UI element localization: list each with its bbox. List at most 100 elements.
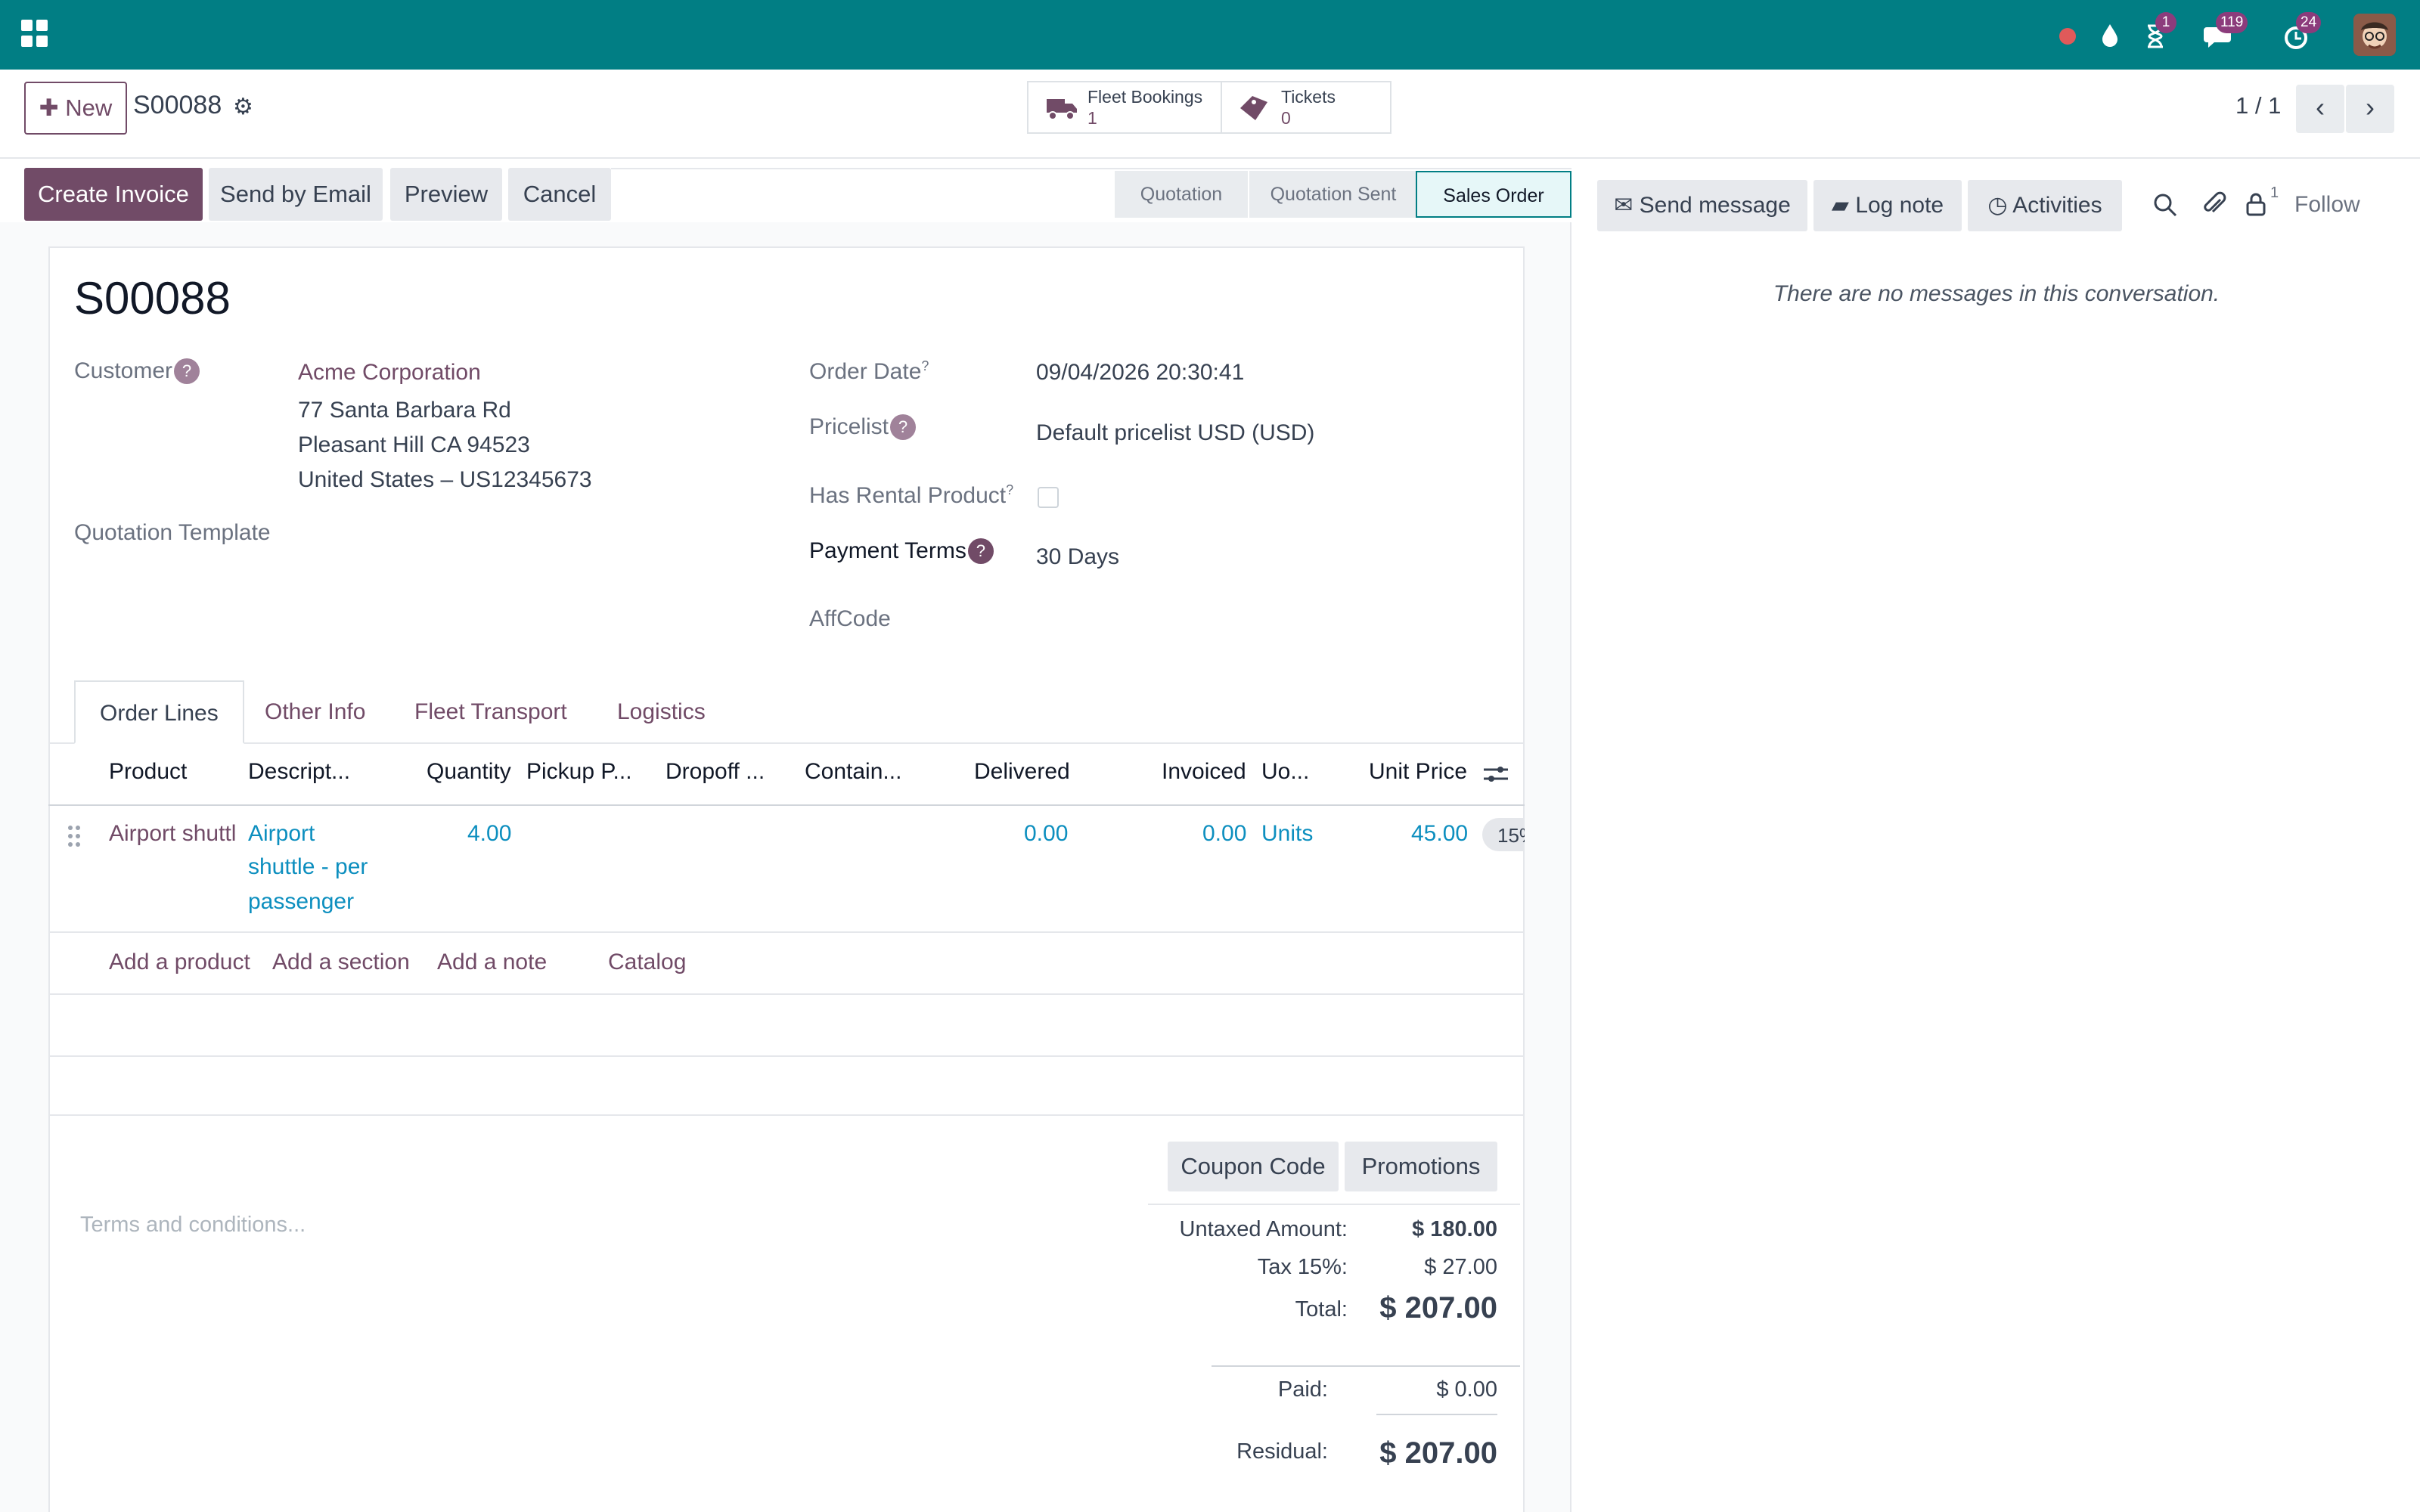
affcode-label: AffCode <box>809 606 891 631</box>
column-invoiced[interactable]: Invoiced <box>1162 759 1246 785</box>
totals-divider <box>1148 1204 1520 1205</box>
messages-icon[interactable]: 119 <box>2201 12 2248 53</box>
coupon-code-button[interactable]: Coupon Code <box>1168 1142 1339 1191</box>
messages-badge: 119 <box>2216 12 2248 33</box>
help-icon[interactable]: ? <box>174 358 200 384</box>
row-delivered[interactable]: 0.00 <box>1024 821 1068 847</box>
pricelist-label: Pricelist? <box>809 414 917 440</box>
column-uom[interactable]: Uo... <box>1261 759 1309 785</box>
send-by-email-button[interactable]: Send by Email <box>209 168 383 221</box>
status-quotation[interactable]: Quotation <box>1115 171 1248 218</box>
table-header-divider <box>48 804 1525 806</box>
followers-lock-icon[interactable] <box>2243 189 2270 219</box>
chevron-left-icon: ‹ <box>2316 91 2325 122</box>
promotions-button[interactable]: Promotions <box>1345 1142 1497 1191</box>
status-dot-icon[interactable] <box>2049 17 2086 53</box>
total-value: $ 207.00 <box>1379 1291 1497 1325</box>
customer-label-text: Customer <box>74 358 173 383</box>
tab-logistics[interactable]: Logistics <box>617 680 706 744</box>
help-icon[interactable]: ? <box>890 414 917 440</box>
untaxed-amount-value: $ 180.00 <box>1412 1217 1497 1241</box>
log-note-label: Log note <box>1855 193 1944 218</box>
gear-icon[interactable]: ⚙ <box>233 94 253 120</box>
chatter-empty-message: There are no messages in this conversati… <box>1773 281 2220 306</box>
terms-and-conditions-field[interactable]: Terms and conditions... <box>80 1213 306 1238</box>
new-button[interactable]: ✚ New <box>24 82 127 135</box>
pager-previous-button[interactable]: ‹ <box>2296 85 2344 133</box>
row-divider <box>48 1114 1525 1116</box>
order-date-value[interactable]: 09/04/2026 20:30:41 <box>1036 360 1244 386</box>
row-tax-value: 15% <box>1497 824 1525 847</box>
payment-terms-label: Payment Terms? <box>809 538 994 564</box>
apps-menu-icon[interactable] <box>21 20 48 47</box>
activities-badge: 1 <box>2155 12 2176 33</box>
fleet-bookings-smart-button[interactable]: Fleet Bookings 1 <box>1027 81 1222 134</box>
tab-order-lines[interactable]: Order Lines <box>74 680 244 744</box>
row-quantity[interactable]: 4.00 <box>467 821 511 847</box>
control-panel: ✚ New S00088 ⚙ Fleet Bookings 1 Tickets … <box>0 70 2420 159</box>
truck-icon <box>1047 99 1077 120</box>
send-message-button[interactable]: ✉ Send message <box>1597 180 1807 231</box>
row-description-line2[interactable]: shuttle - per <box>248 854 368 880</box>
payment-terms-value[interactable]: 30 Days <box>1036 544 1119 570</box>
add-product-link[interactable]: Add a product <box>109 950 250 975</box>
tooltip-mark: ? <box>921 358 929 373</box>
paperclip-icon[interactable] <box>2199 189 2229 219</box>
column-quantity[interactable]: Quantity <box>427 759 511 785</box>
pricelist-value[interactable]: Default pricelist USD (USD) <box>1036 420 1314 446</box>
status-quotation-sent[interactable]: Quotation Sent <box>1249 171 1417 218</box>
row-description-line3[interactable]: passenger <box>248 889 354 915</box>
pricelist-label-text: Pricelist <box>809 414 889 439</box>
row-description-line1[interactable]: Airport <box>248 821 315 847</box>
user-avatar[interactable] <box>2353 14 2396 56</box>
row-invoiced[interactable]: 0.00 <box>1202 821 1246 847</box>
column-delivered[interactable]: Delivered <box>974 759 1070 785</box>
search-icon[interactable] <box>2151 191 2181 221</box>
pager-next-button[interactable]: › <box>2346 85 2394 133</box>
clock-icon[interactable]: 24 <box>2279 12 2322 53</box>
activities-button[interactable]: ◷ Activities <box>1968 180 2122 231</box>
catalog-link[interactable]: Catalog <box>608 950 686 975</box>
add-section-link[interactable]: Add a section <box>272 950 410 975</box>
column-container[interactable]: Contain... <box>805 759 901 785</box>
customer-link[interactable]: Acme Corporation <box>298 360 481 386</box>
fleet-bookings-label: Fleet Bookings <box>1087 87 1203 107</box>
untaxed-amount-label: Untaxed Amount: <box>1179 1217 1348 1241</box>
optional-columns-icon[interactable] <box>1481 759 1511 789</box>
customer-address-line1: 77 Santa Barbara Rd <box>298 398 511 423</box>
pager-value[interactable]: 1 / 1 <box>2235 92 2281 119</box>
fleet-bookings-count: 1 <box>1087 108 1097 128</box>
add-note-link[interactable]: Add a note <box>437 950 547 975</box>
column-pickup[interactable]: Pickup P... <box>526 759 632 785</box>
create-invoice-button[interactable]: Create Invoice <box>24 168 203 221</box>
help-icon[interactable]: ? <box>967 538 994 564</box>
has-rental-product-checkbox[interactable] <box>1038 487 1059 508</box>
follow-button[interactable]: Follow <box>2294 192 2360 218</box>
row-unit-price[interactable]: 45.00 <box>1411 821 1468 847</box>
tab-fleet-transport[interactable]: Fleet Transport <box>414 680 567 744</box>
column-dropoff[interactable]: Dropoff ... <box>666 759 765 785</box>
tickets-label: Tickets <box>1281 87 1336 107</box>
tickets-smart-button[interactable]: Tickets 0 <box>1221 81 1392 134</box>
activities-hourglass-icon[interactable]: 1 <box>2137 12 2176 53</box>
row-product[interactable]: Airport shuttl <box>109 821 236 847</box>
drop-icon[interactable] <box>2092 17 2128 53</box>
chevron-right-icon: › <box>2366 91 2375 122</box>
column-unit-price[interactable]: Unit Price <box>1369 759 1467 785</box>
has-rental-label-text: Has Rental Product <box>809 483 1007 508</box>
preview-button[interactable]: Preview <box>390 168 502 221</box>
cancel-button[interactable]: Cancel <box>508 168 611 221</box>
column-description[interactable]: Descript... <box>248 759 350 785</box>
row-tax-badge[interactable]: 15% <box>1482 818 1525 851</box>
note-icon: ▰ <box>1831 193 1849 218</box>
residual-value: $ 207.00 <box>1379 1436 1497 1470</box>
clock-badge: 24 <box>2296 12 2322 33</box>
breadcrumb-record-name: S00088 <box>133 91 222 119</box>
column-product[interactable]: Product <box>109 759 187 785</box>
status-sales-order[interactable]: Sales Order <box>1416 171 1571 218</box>
drag-handle-icon[interactable] <box>67 824 82 848</box>
tab-other-info[interactable]: Other Info <box>265 680 365 744</box>
order-date-label-text: Order Date <box>809 359 922 384</box>
log-note-button[interactable]: ▰ Log note <box>1813 180 1962 231</box>
row-uom[interactable]: Units <box>1261 821 1313 847</box>
